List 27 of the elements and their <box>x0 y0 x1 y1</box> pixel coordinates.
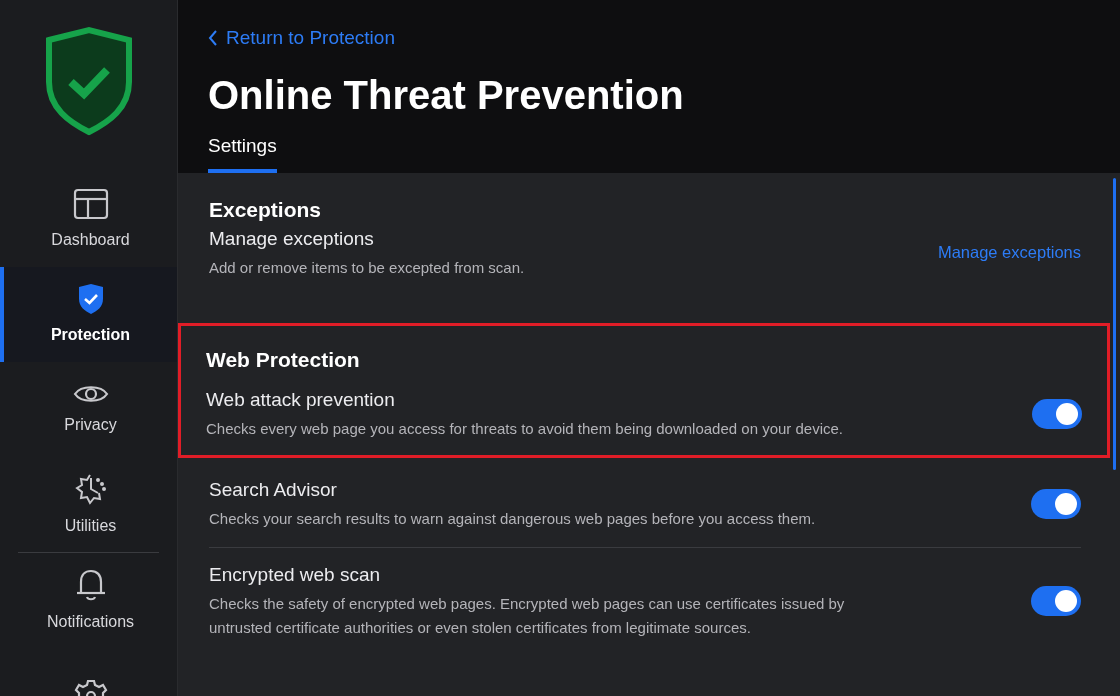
toggle-switch[interactable] <box>1031 586 1081 616</box>
toggle-switch[interactable] <box>1032 399 1082 429</box>
setting-title: Web attack prevention <box>206 388 395 412</box>
shield-check-icon <box>76 282 105 315</box>
sidebar-item[interactable]: Notifications <box>0 553 177 648</box>
sidebar-item[interactable]: Utilities <box>0 457 177 552</box>
setting-title: Manage exceptions <box>209 226 374 251</box>
sidebar-item[interactable]: Dashboard <box>0 172 177 267</box>
section-title: Web Protection <box>206 346 360 373</box>
bell-icon <box>74 567 107 602</box>
setting-description: Add or remove items to be excepted from scan. <box>209 257 526 278</box>
tab[interactable]: Settings <box>208 131 277 173</box>
setting-title: Search Advisor <box>209 478 337 502</box>
dashboard-icon <box>72 187 109 220</box>
section-title: Exceptions <box>209 197 322 223</box>
page-title: Online Threat Prevention <box>208 71 684 119</box>
manage-exceptions-link[interactable]: Manage exceptions <box>937 240 1081 265</box>
scrollbar-thumb[interactable] <box>1113 178 1116 470</box>
setting-description: Checks every web page you access for threats to avoid them being downloaded on your device. <box>206 419 845 439</box>
sidebar-item[interactable]: Privacy <box>0 362 177 457</box>
setting-title: Encrypted web scan <box>209 563 381 587</box>
toggle-switch[interactable] <box>1031 489 1081 519</box>
setting-description: Checks the safety of encrypted web pages. Encrypted web pages can use certificates issued by untrusted certificate authorities or even stolen certificates from legitimate sources. <box>209 594 846 638</box>
chevron-left-icon <box>208 30 218 47</box>
sidebar-item[interactable]: Protection <box>0 267 177 362</box>
setting-description: Checks your search results to warn against dangerous web pages before you access them. <box>209 509 817 529</box>
back-link[interactable]: Return to Protection <box>208 24 395 53</box>
